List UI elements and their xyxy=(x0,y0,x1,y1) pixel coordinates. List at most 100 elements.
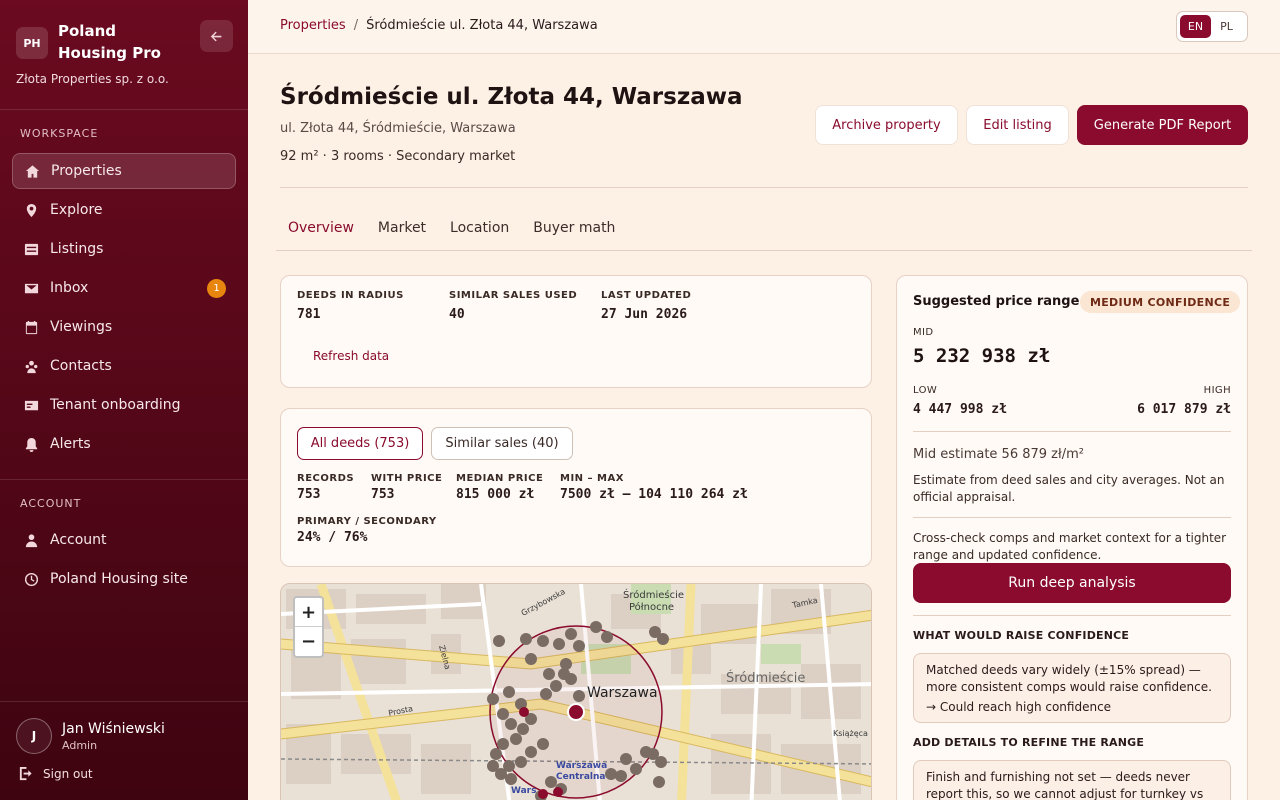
deed-marker[interactable] xyxy=(525,746,537,758)
deed-marker[interactable] xyxy=(653,776,665,788)
similar-sale-marker[interactable] xyxy=(538,789,548,799)
deed-marker[interactable] xyxy=(540,688,552,700)
map-label: Śródmieście xyxy=(726,670,805,686)
sidebar-item-properties[interactable]: Properties xyxy=(12,153,236,189)
clock-icon xyxy=(23,571,39,587)
lang-en-button[interactable]: EN xyxy=(1180,15,1211,38)
deed-marker[interactable] xyxy=(560,658,572,670)
sidebar: PH Poland Housing Pro Złota Properties s… xyxy=(0,0,248,800)
deed-marker[interactable] xyxy=(550,680,562,692)
deed-marker[interactable] xyxy=(487,760,499,772)
brand[interactable]: PH Poland Housing Pro xyxy=(16,20,183,64)
sidebar-item-inbox[interactable]: Inbox 1 xyxy=(12,270,236,306)
similar-sale-marker[interactable] xyxy=(553,787,563,797)
raise-confidence-text: Matched deeds vary widely (±15% spread) … xyxy=(926,663,1212,694)
primary-secondary-value: 24% / 76% xyxy=(297,530,368,545)
deed-marker[interactable] xyxy=(497,738,509,750)
updated-label: LAST UPDATED xyxy=(601,290,692,301)
deed-marker[interactable] xyxy=(510,733,522,745)
sidebar-item-alerts[interactable]: Alerts xyxy=(12,426,236,462)
bell-icon xyxy=(23,436,39,452)
sidebar-item-explore[interactable]: Explore xyxy=(12,192,236,228)
deed-marker[interactable] xyxy=(630,763,642,775)
map-label: Warszawa xyxy=(556,761,607,771)
deed-marker[interactable] xyxy=(503,686,515,698)
tab-location[interactable]: Location xyxy=(438,220,521,250)
property-marker[interactable] xyxy=(567,703,585,721)
sidebar-item-account[interactable]: Account xyxy=(12,522,236,558)
deed-marker[interactable] xyxy=(525,653,537,665)
divider xyxy=(913,615,1231,616)
sidebar-item-contacts[interactable]: Contacts xyxy=(12,348,236,384)
deed-marker[interactable] xyxy=(505,773,517,785)
sidebar-divider xyxy=(0,479,248,480)
logo: PH xyxy=(16,27,48,59)
contacts-icon xyxy=(23,358,39,374)
sidebar-item-label: Inbox xyxy=(50,280,89,296)
breadcrumb: Properties / Śródmieście ul. Złota 44, W… xyxy=(280,18,598,33)
sign-out-button[interactable]: Sign out xyxy=(18,766,93,781)
tab-market[interactable]: Market xyxy=(366,220,438,250)
user-icon xyxy=(23,532,39,548)
deed-marker[interactable] xyxy=(537,635,549,647)
zoom-out-button[interactable]: − xyxy=(295,627,322,656)
lang-pl-button[interactable]: PL xyxy=(1211,15,1242,38)
deed-marker[interactable] xyxy=(520,633,532,645)
deed-marker[interactable] xyxy=(517,723,529,735)
home-icon xyxy=(24,163,40,179)
deed-marker[interactable] xyxy=(515,756,527,768)
deed-marker[interactable] xyxy=(505,718,517,730)
refresh-data-button[interactable]: Refresh data xyxy=(313,349,389,363)
tab-buyer-math[interactable]: Buyer math xyxy=(521,220,627,250)
deed-marker[interactable] xyxy=(655,756,667,768)
map-zoom-control: + − xyxy=(293,596,324,658)
deed-marker[interactable] xyxy=(493,635,505,647)
collapse-sidebar-button[interactable] xyxy=(200,20,233,52)
edit-listing-button[interactable]: Edit listing xyxy=(966,105,1069,145)
primary-secondary-label: PRIMARY / SECONDARY xyxy=(297,516,437,527)
filter-similar-sales[interactable]: Similar sales (40) xyxy=(431,427,573,460)
deed-marker[interactable] xyxy=(573,690,585,702)
median-price-label: MEDIAN PRICE xyxy=(456,473,544,484)
deed-marker[interactable] xyxy=(601,631,613,643)
map-label: Śródmieście xyxy=(623,588,684,601)
sidebar-item-listings[interactable]: Listings xyxy=(12,231,236,267)
deed-marker[interactable] xyxy=(497,708,509,720)
sidebar-item-site[interactable]: Poland Housing site xyxy=(12,561,236,597)
raise-confidence-note: Matched deeds vary widely (±15% spread) … xyxy=(913,653,1231,723)
similar-sale-marker[interactable] xyxy=(519,707,529,717)
breadcrumb-properties-link[interactable]: Properties xyxy=(280,18,346,33)
divider xyxy=(913,431,1231,432)
deed-marker[interactable] xyxy=(657,633,669,645)
property-meta: 92 m² · 3 rooms · Secondary market xyxy=(280,149,516,164)
run-deep-analysis-button[interactable]: Run deep analysis xyxy=(913,563,1231,603)
breadcrumb-current: Śródmieście ul. Złota 44, Warszawa xyxy=(366,18,598,33)
deeds-map[interactable]: Śródmieście Północne Grzybowska Tamka Śr… xyxy=(280,583,872,800)
sidebar-item-viewings[interactable]: Viewings xyxy=(12,309,236,345)
deeds-card: All deeds (753) Similar sales (40) RECOR… xyxy=(280,408,872,567)
crosscheck-text: Cross-check comps and market context for… xyxy=(913,531,1227,562)
divider xyxy=(913,517,1231,518)
sidebar-item-tenant-onboarding[interactable]: Tenant onboarding xyxy=(12,387,236,423)
deed-marker[interactable] xyxy=(553,638,565,650)
min-max-label: MIN – MAX xyxy=(560,473,624,484)
map-tiles: Śródmieście Północne Grzybowska Tamka Śr… xyxy=(281,584,871,800)
deed-marker[interactable] xyxy=(620,753,632,765)
zoom-in-button[interactable]: + xyxy=(295,598,322,627)
user-profile[interactable]: J Jan Wiśniewski Admin xyxy=(16,718,165,754)
estimate-disclaimer: Estimate from deed sales and city averag… xyxy=(913,473,1225,504)
generate-pdf-button[interactable]: Generate PDF Report xyxy=(1077,105,1248,145)
sidebar-item-label: Viewings xyxy=(50,319,113,335)
deed-marker[interactable] xyxy=(565,673,577,685)
deed-marker[interactable] xyxy=(543,668,555,680)
deed-marker[interactable] xyxy=(565,628,577,640)
deed-marker[interactable] xyxy=(573,640,585,652)
filter-all-deeds[interactable]: All deeds (753) xyxy=(297,427,423,460)
deed-marker[interactable] xyxy=(615,770,627,782)
archive-property-button[interactable]: Archive property xyxy=(815,105,958,145)
tab-overview[interactable]: Overview xyxy=(276,220,366,250)
deed-marker[interactable] xyxy=(490,748,502,760)
deed-marker[interactable] xyxy=(537,738,549,750)
deed-marker[interactable] xyxy=(590,621,602,633)
deed-marker[interactable] xyxy=(487,693,499,705)
